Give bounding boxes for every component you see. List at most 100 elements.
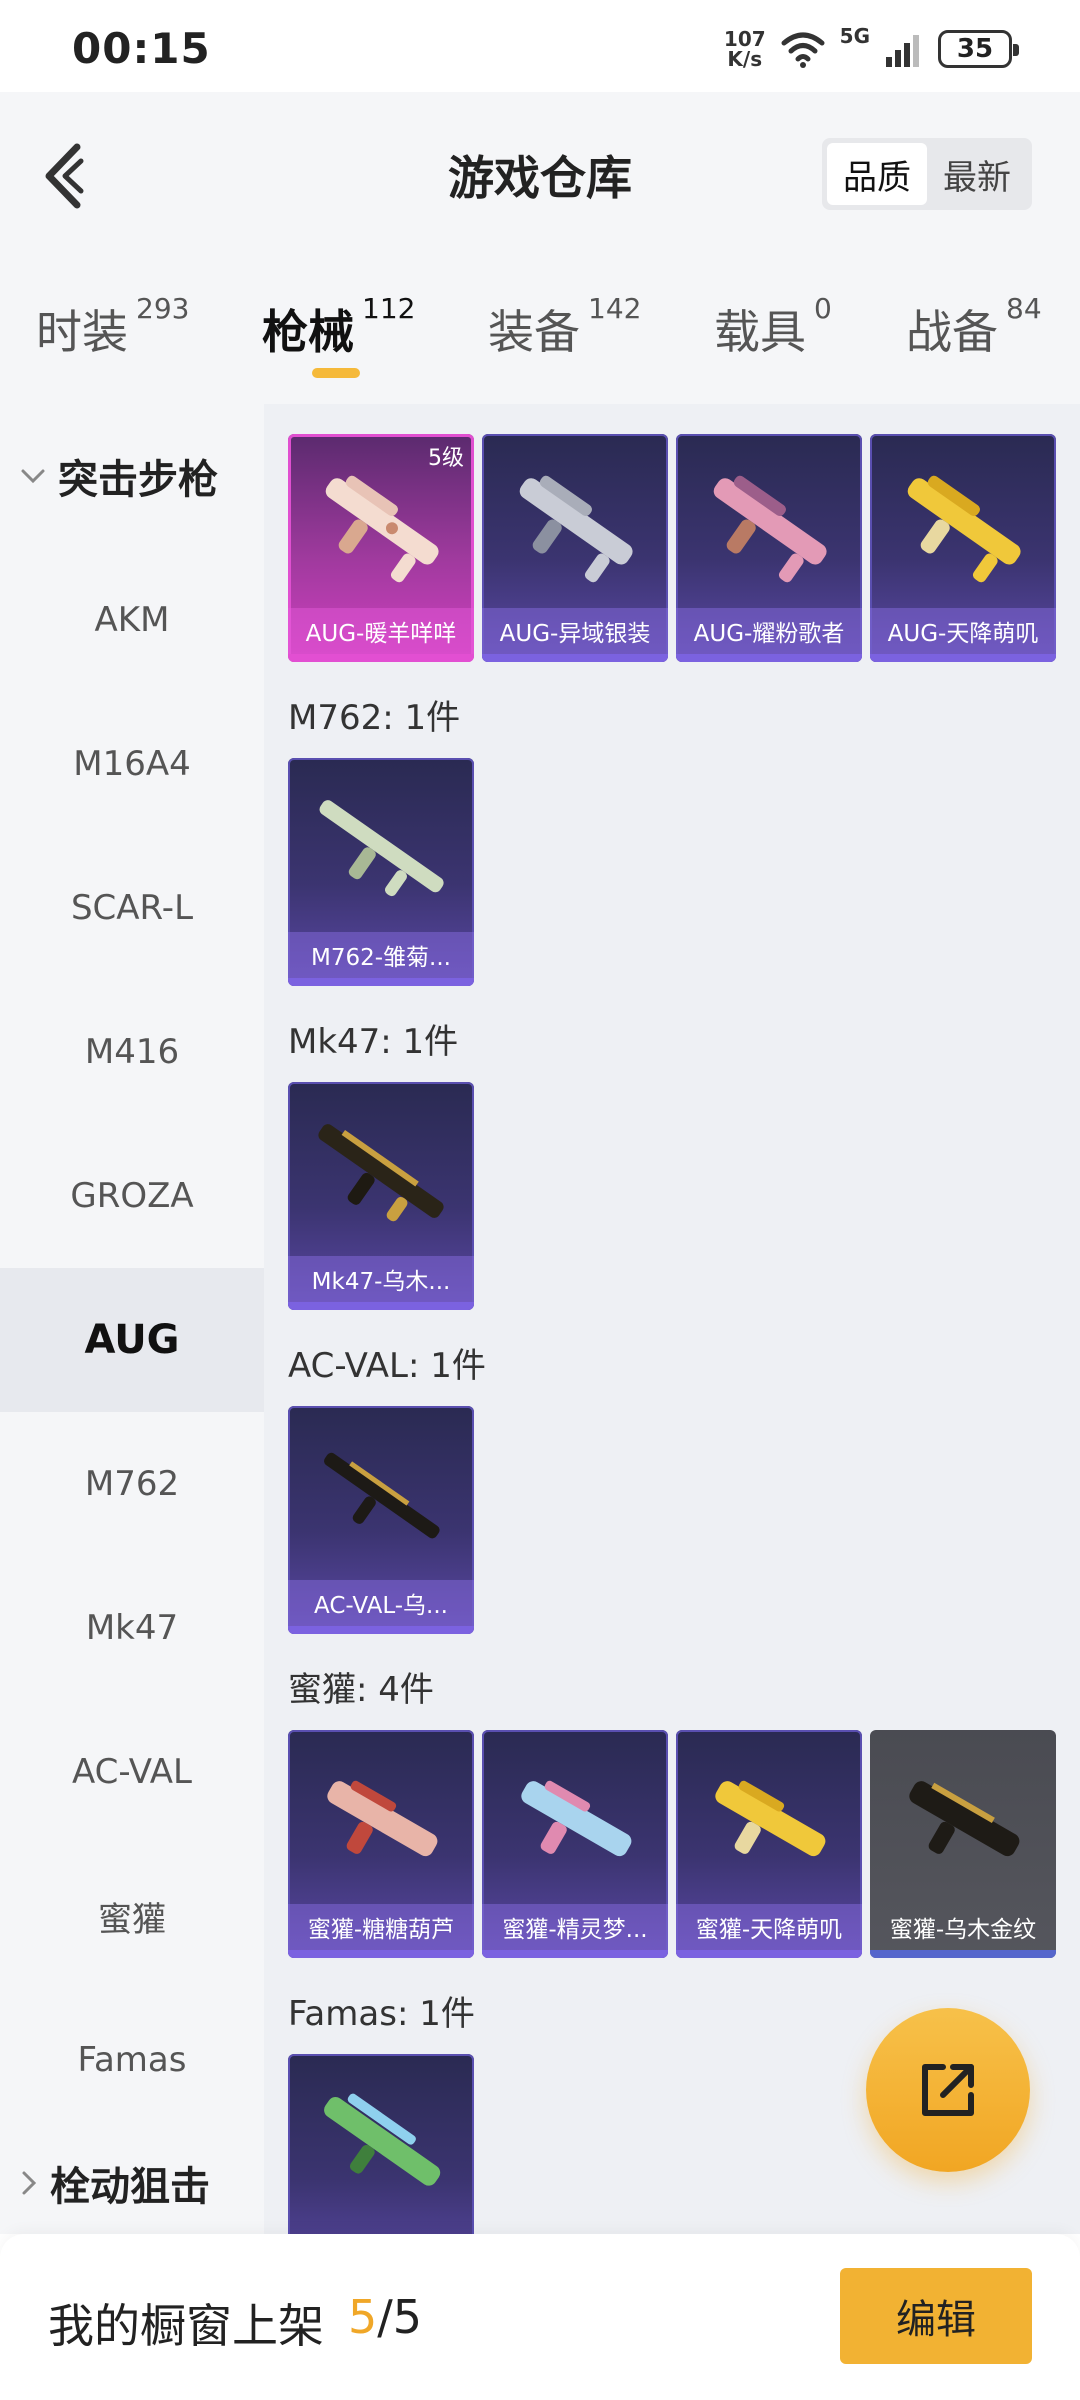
section-title-mk47: Mk47: 1件 [288,1022,459,1062]
sidebar-group-label: 栓动狙击 [50,2164,210,2210]
skin-name: AUG-天降萌叽 [870,608,1056,654]
rifle-icon [909,1781,1020,1857]
network-speed: 107 K/s [724,29,766,69]
tab-label: 时装 [36,305,128,359]
network-speed-value: 107 [723,27,766,51]
tab-count: 142 [588,292,642,325]
tab-label: 枪械 [262,305,354,359]
rifle-icon [713,475,827,583]
rifle-icon [519,475,633,583]
active-tab-indicator [312,368,360,378]
rarity-bar [288,654,474,662]
sidebar-item-m16a4[interactable]: M16A4 [0,692,264,836]
tab-outfits[interactable]: 时装 293 [36,292,189,362]
skin-card[interactable]: AC-VAL-乌... [288,1406,474,1634]
tab-label: 装备 [488,305,580,359]
skin-name: 蜜獾-乌木金纹 [889,1917,1037,1943]
rifle-icon [715,1780,826,1857]
sidebar-item-m762[interactable]: M762 [0,1412,264,1556]
rarity-bar [288,1950,474,1958]
showcase-total: 5 [392,2290,423,2344]
tab-firearms[interactable]: 枪械 112 [262,292,415,378]
showcase-label: 我的橱窗上架 [48,2299,324,2353]
skin-card[interactable]: M762-雏菊... [288,758,474,986]
share-button[interactable] [866,2008,1030,2172]
sidebar-item-akm[interactable]: AKM [0,548,264,692]
network-speed-unit: K/s [727,47,763,71]
tab-label: 战备 [906,305,998,359]
showcase-current: 5 [348,2290,378,2344]
tab-equipment[interactable]: 装备 142 [488,292,641,362]
tab-label: 载具 [714,305,806,359]
wifi-icon [781,32,825,68]
sidebar-item-groza[interactable]: GROZA [0,1124,264,1268]
rifle-icon [907,475,1021,583]
sidebar-item-mk47[interactable]: Mk47 [0,1556,264,1700]
sidebar-item-m416[interactable]: M416 [0,980,264,1124]
skin-card[interactable]: 蜜獾-精灵梦... [482,1730,668,1958]
status-bar: 00:15 107 K/s 5G 35 [0,0,1080,92]
rifle-icon [325,475,439,583]
battery-level: 35 [956,34,994,64]
network-type: 5G [839,24,870,48]
skin-card[interactable]: 蜜獾-天降萌叽 [676,1730,862,1958]
skin-card[interactable]: 5级 AUG-暖羊咩咩 [288,434,474,662]
rifle-icon [324,2093,441,2186]
tab-battle-gear[interactable]: 战备 84 [906,292,1042,362]
section-title-ac-val: AC-VAL: 1件 [288,1346,486,1386]
page-header: 游戏仓库 品质 最新 [0,92,1080,256]
skin-name: AUG-暖羊咩咩 [288,608,474,654]
sidebar-group-assault-rifles[interactable]: 突击步枪 [0,404,264,548]
sidebar-item-ac-val[interactable]: AC-VAL [0,1700,264,1844]
rarity-bar [870,1950,1056,1958]
showcase-count: 5/5 [348,2290,422,2344]
sidebar-item-honey-badger[interactable]: 蜜獾 [0,1844,264,1988]
rifle-icon [327,1780,438,1857]
rifle-icon [318,1124,444,1222]
rarity-bar [676,1950,862,1958]
skin-card[interactable]: 蜜獾-糖糖葫芦 [288,1730,474,1958]
skin-name: 蜜獾-糖糖葫芦 [288,1904,474,1950]
section-title-m762: M762: 1件 [288,698,461,738]
chevron-down-icon [20,467,46,485]
status-indicators: 107 K/s 5G 35 [724,24,1019,74]
skin-name: AUG-异域银装 [482,608,668,654]
sidebar-item-aug[interactable]: AUG [0,1268,264,1412]
rifle-icon [319,800,444,897]
tab-count: 0 [814,292,832,325]
showcase-separator: / [377,2290,393,2344]
showcase-bar: 我的橱窗上架 5/5 编辑 [0,2234,1080,2400]
sort-toggle: 品质 最新 [822,138,1032,210]
skin-card[interactable]: AUG-异域银装 [482,434,668,662]
skin-card[interactable]: 蜜獾-乌木金纹 [870,1730,1056,1958]
skin-card[interactable]: Mk47-乌木... [288,1082,474,1310]
rifle-icon [521,1780,632,1857]
sidebar-group-bolt-action[interactable]: 栓动狙击 [0,2132,264,2234]
rarity-bar [288,978,474,986]
rifle-icon [324,1452,440,1539]
edit-button[interactable]: 编辑 [840,2268,1032,2364]
tab-count: 293 [136,292,190,325]
status-time: 00:15 [72,24,211,73]
sort-by-quality[interactable]: 品质 [827,143,927,205]
sidebar-group-label: 突击步枪 [58,457,218,503]
section-title-famas: Famas: 1件 [288,1994,475,2034]
sort-by-newest[interactable]: 最新 [927,143,1027,205]
tab-count: 84 [1006,292,1042,325]
skin-name: AUG-耀粉歌者 [676,608,862,654]
skin-name: 蜜獾-精灵梦... [482,1904,668,1950]
rarity-bar [288,1302,474,1310]
skin-card[interactable] [288,2054,474,2234]
tab-vehicles[interactable]: 载具 0 [714,292,832,362]
skin-card[interactable]: AUG-天降萌叽 [870,434,1056,662]
skin-name: 蜜獾-天降萌叽 [676,1904,862,1950]
skin-card[interactable]: AUG-耀粉歌者 [676,434,862,662]
section-title-honey-badger: 蜜獾: 4件 [288,1670,434,1710]
battery-icon: 35 [938,30,1019,68]
skin-name: Mk47-乌木... [288,1256,474,1302]
skin-name: AC-VAL-乌... [288,1580,474,1626]
sidebar-item-famas[interactable]: Famas [0,1988,264,2132]
tab-count: 112 [362,292,416,325]
rarity-bar [482,654,668,662]
sidebar-item-scar-l[interactable]: SCAR-L [0,836,264,980]
